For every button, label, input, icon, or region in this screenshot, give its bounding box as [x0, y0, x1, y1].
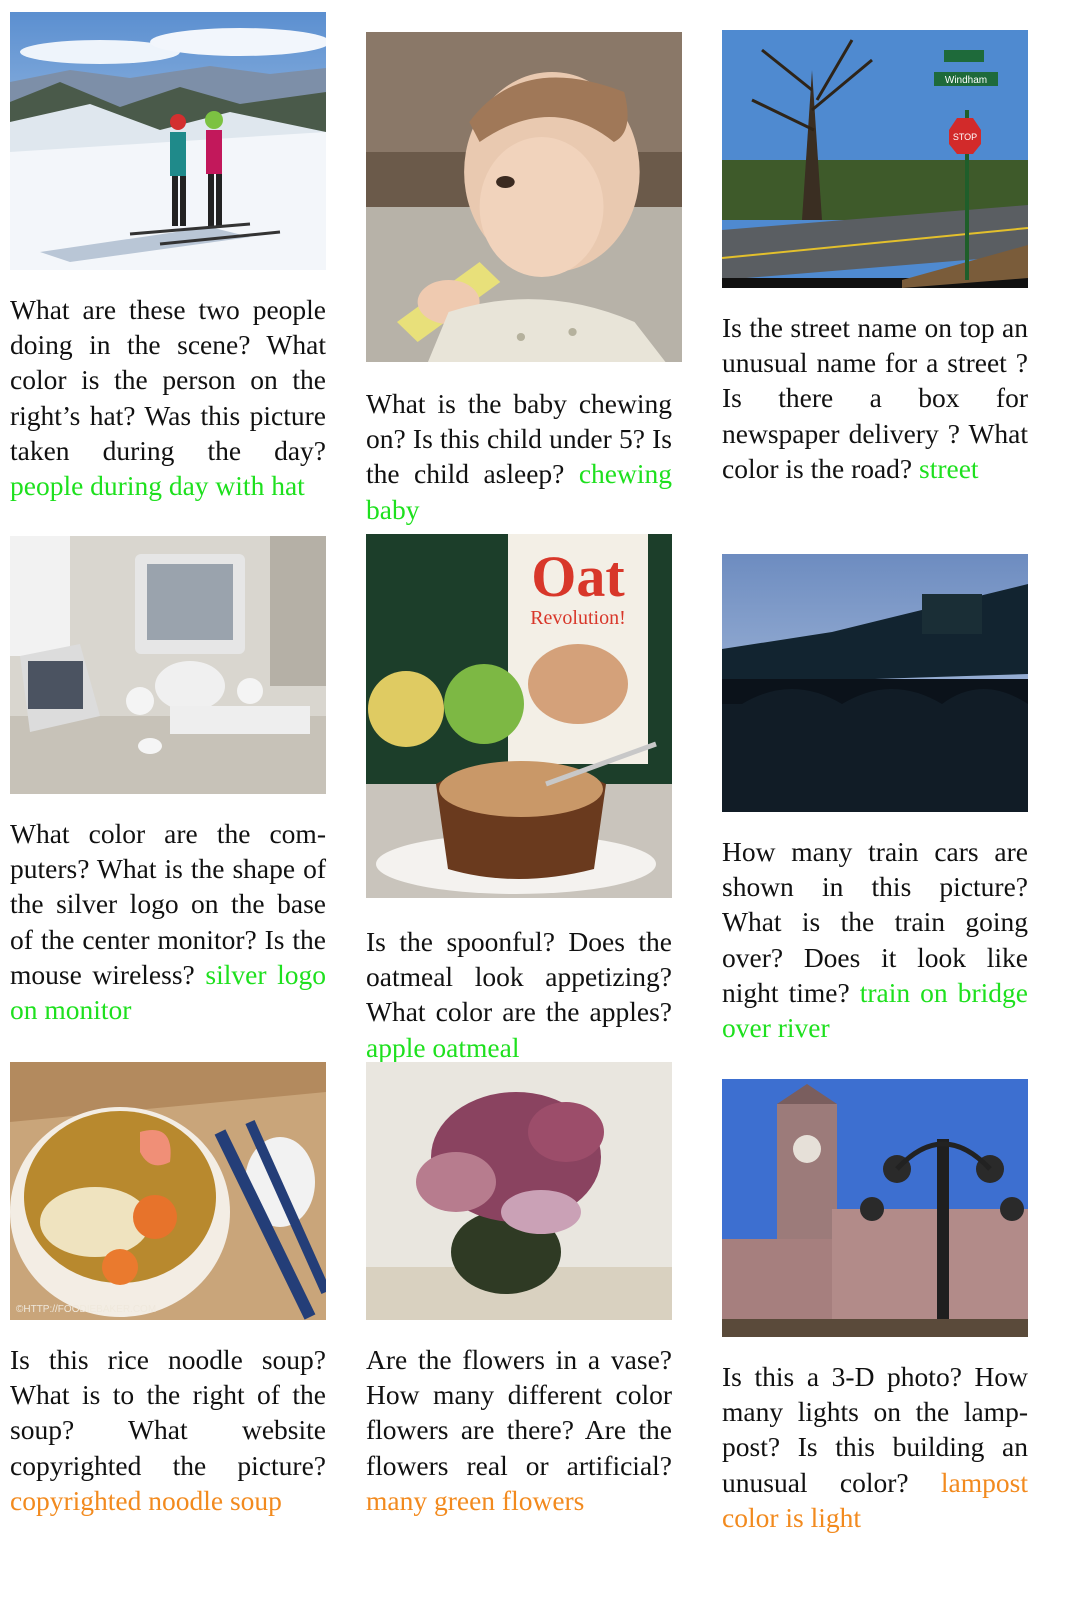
caption: What is the baby chew­ing on? Is this ch… — [366, 386, 672, 527]
revolution-box-text: Revolution! — [530, 607, 626, 629]
skiers-photo — [10, 12, 326, 270]
building-lamppost-photo — [722, 1079, 1028, 1337]
stop-sign-text: STOP — [953, 132, 977, 142]
generated-tag: people during day with hat — [10, 470, 305, 502]
question-text: What are these two peo­ple doing in the … — [10, 294, 326, 466]
caption: What color are the com­puters? What is t… — [10, 816, 326, 1027]
baby-photo — [366, 32, 682, 362]
question-text: Is this rice noodle soup? What is to the… — [10, 1344, 326, 1481]
watermark-text: ©HTTP://FOODIEBAKER.COM — [16, 1304, 156, 1315]
caption: Is the spoonful? Does the oatmeal look a… — [366, 924, 672, 1065]
train-bridge-photo — [722, 554, 1028, 812]
caption: Is this a 3-D photo? How many lights on … — [722, 1359, 1028, 1535]
caption: What are these two peo­ple doing in the … — [10, 292, 326, 503]
oatmeal-photo: Oat Revolution! — [366, 534, 672, 898]
question-text: Are the flowers in a vase? How many dif­… — [366, 1344, 672, 1481]
question-text: Is the street name on top an unusual nam… — [722, 312, 1028, 484]
generated-tag: apple oatmeal — [366, 1031, 520, 1063]
generated-tag: street — [919, 452, 979, 484]
noodle-soup-photo: ©HTTP://FOODIEBAKER.COM — [10, 1062, 326, 1320]
question-text: Is the spoonful? Does the oatmeal look a… — [366, 926, 672, 1028]
generated-tag: many green flowers — [366, 1484, 585, 1516]
oat-box-text: Oat — [531, 544, 625, 609]
flowers-vase-photo — [366, 1062, 672, 1320]
caption: Is the street name on top an unusual nam… — [722, 310, 1028, 486]
caption: Is this rice noodle soup? What is to the… — [10, 1342, 326, 1518]
computer-desk-photo — [10, 536, 326, 794]
generated-tag: copyrighted noodle soup — [10, 1484, 282, 1516]
street-photo: STOP Windham — [722, 30, 1028, 288]
street-sign-text: Windham — [945, 75, 987, 86]
caption: Are the flowers in a vase? How many dif­… — [366, 1342, 672, 1518]
caption: How many train cars are shown in this pi… — [722, 834, 1028, 1045]
